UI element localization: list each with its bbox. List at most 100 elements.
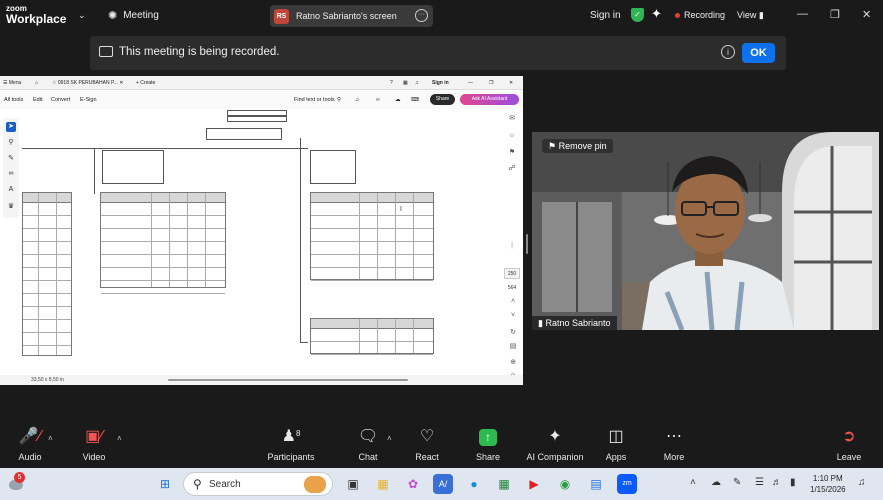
select-cursor-icon[interactable]: ➤: [6, 122, 16, 132]
connector-line: [300, 148, 308, 149]
pdf-sign-in[interactable]: Sign in: [432, 80, 449, 86]
ok-button[interactable]: OK: [742, 43, 775, 63]
copilot-icon[interactable]: ✿: [403, 474, 423, 494]
horizontal-scrollbar[interactable]: [168, 379, 408, 381]
shared-screen-indicator[interactable]: RS Ratno Sabrianto's screen ···: [270, 5, 433, 27]
zoom-taskbar-icon[interactable]: zm: [617, 474, 637, 494]
minimize-icon[interactable]: —: [797, 8, 808, 20]
chat-options-caret-icon[interactable]: ˄: [387, 434, 392, 443]
recording-indicator[interactable]: Recording: [675, 10, 725, 20]
video-options-caret-icon[interactable]: ˄: [117, 434, 122, 443]
speaker-icon[interactable]: ♬: [772, 477, 782, 488]
participants-button[interactable]: ♟8 Participants: [256, 426, 326, 462]
notification-bell-icon[interactable]: ♫: [858, 477, 866, 488]
chevron-down-icon[interactable]: ˅: [508, 312, 518, 322]
pdf-page[interactable]: I: [22, 110, 498, 374]
youtube-icon[interactable]: ▶: [524, 474, 544, 494]
lasso-icon[interactable]: ∞: [6, 170, 16, 180]
apps-grid-icon[interactable]: ▦: [403, 80, 408, 86]
wifi-icon[interactable]: ☰: [755, 477, 764, 488]
share-label: Share: [475, 452, 501, 462]
read-aloud-icon[interactable]: ♫: [355, 97, 359, 103]
keyboard-icon[interactable]: ⌨: [411, 97, 419, 103]
pdf-tab[interactable]: ☆ 0918 SK PERUBAHAN P... ✕: [52, 80, 123, 86]
meeting-controls: 🎤⁄ Audio ˄ ▣⁄ Video ˄ ♟8 Participants 🗨 …: [0, 426, 883, 468]
view-menu[interactable]: View ▮: [737, 10, 764, 21]
link-icon[interactable]: ∞: [376, 97, 380, 103]
shield-check-icon[interactable]: ✓: [631, 8, 644, 22]
taskbar-search[interactable]: ⚲ Search: [183, 472, 333, 496]
chevron-down-icon[interactable]: ⌄: [78, 10, 86, 21]
sign-in-link[interactable]: Sign in: [590, 10, 621, 21]
task-view-icon[interactable]: ▣: [343, 474, 363, 494]
refresh-icon[interactable]: ↻: [508, 328, 518, 338]
leave-button[interactable]: ➲ Leave: [814, 426, 883, 462]
zoom-in-icon[interactable]: ⊕: [508, 358, 518, 368]
remove-pin-button[interactable]: ⚑ Remove pin: [542, 139, 613, 153]
video-camera-icon: [99, 46, 113, 57]
pdf-share-button[interactable]: Share: [430, 94, 455, 105]
search-icon[interactable]: ⚲: [337, 97, 341, 103]
file-explorer-icon[interactable]: ▦: [373, 474, 393, 494]
chevron-up-icon[interactable]: ˄: [508, 298, 518, 308]
restore-icon[interactable]: ❐: [830, 8, 840, 21]
meeting-menu[interactable]: ✺ Meeting: [108, 9, 159, 22]
attach-icon[interactable]: ☍: [507, 164, 517, 174]
share-button[interactable]: ↑ Share: [453, 426, 523, 462]
ai-assistant-button[interactable]: Ask AI Assistant: [460, 94, 519, 105]
pdf-menu[interactable]: ☰ Menu: [3, 80, 21, 86]
pdf-restore-icon[interactable]: ❐: [489, 80, 493, 86]
edit-menu[interactable]: Edit: [33, 97, 42, 103]
pen-tray-icon[interactable]: ✎: [733, 477, 741, 488]
info-icon[interactable]: i: [721, 45, 735, 59]
pdf-minimize-icon[interactable]: —: [468, 80, 473, 86]
all-tools-menu[interactable]: All tools: [4, 97, 23, 103]
search-placeholder: Search: [209, 479, 241, 490]
convert-menu[interactable]: Convert: [51, 97, 70, 103]
stamp-icon[interactable]: ♛: [6, 202, 16, 212]
windows-start-icon[interactable]: ⊞: [155, 474, 175, 494]
page-number-current[interactable]: 250: [504, 268, 520, 279]
home-icon[interactable]: ⌂: [35, 80, 38, 86]
audio-options-caret-icon[interactable]: ˄: [48, 434, 53, 443]
react-button[interactable]: ♡ React: [392, 426, 462, 462]
org-box: [102, 150, 164, 184]
chrome-icon[interactable]: ◉: [555, 474, 575, 494]
close-icon[interactable]: ✕: [862, 8, 871, 21]
video-button[interactable]: ▣⁄ Video: [59, 426, 129, 462]
bookmark-icon[interactable]: ⚑: [507, 148, 517, 158]
notes-app-icon[interactable]: ▤: [586, 474, 606, 494]
split-drag-handle[interactable]: [526, 234, 528, 254]
comment-icon[interactable]: ✉: [507, 114, 517, 124]
participant-video[interactable]: ⚑ Remove pin ▮ Ratno Sabrianto: [532, 132, 879, 330]
ai-chat-icon[interactable]: ☼: [507, 132, 517, 142]
text-box-icon[interactable]: A: [6, 186, 16, 196]
video-label: Video: [82, 452, 106, 462]
ai-sparkle-icon[interactable]: ✦: [651, 6, 662, 22]
ai-companion-button[interactable]: ✦ AI Companion: [520, 426, 590, 462]
page-save-icon[interactable]: ▤: [508, 342, 518, 352]
edge-browser-icon[interactable]: ●: [464, 474, 484, 494]
excel-icon[interactable]: ▦: [494, 474, 514, 494]
scrollbar-handle[interactable]: |: [507, 242, 517, 252]
chevron-up-icon[interactable]: ˄: [690, 477, 696, 488]
help-icon[interactable]: ?: [390, 80, 393, 86]
new-tab-button[interactable]: + Create: [136, 80, 155, 86]
pen-icon[interactable]: ✎: [6, 154, 16, 164]
zoom-tool-icon[interactable]: ⚲: [6, 138, 16, 148]
cloud-upload-icon[interactable]: ☁: [395, 97, 401, 103]
connector-line: [300, 138, 301, 343]
more-options-icon[interactable]: ···: [415, 9, 428, 22]
esign-menu[interactable]: E-Sign: [80, 97, 97, 103]
pdf-close-icon[interactable]: ✕: [509, 80, 513, 86]
system-clock[interactable]: 1:10 PM 1/15/2026: [810, 473, 846, 495]
pen-app-icon[interactable]: A/: [433, 474, 453, 494]
bell-icon[interactable]: ♫: [415, 80, 419, 86]
windows-taskbar: 5 ⊞ ⚲ Search ▣ ▦ ✿ A/ ● ▦ ▶ ◉ ▤ zm ˄ ☁ ✎…: [0, 468, 883, 500]
cloud-sync-icon[interactable]: ☁: [711, 477, 721, 488]
battery-icon[interactable]: ▮: [790, 477, 796, 488]
find-input[interactable]: Find text or tools: [294, 97, 335, 103]
audio-button[interactable]: 🎤⁄ Audio: [0, 426, 65, 462]
more-button[interactable]: ⋯ More: [639, 426, 709, 462]
weather-widget[interactable]: 5: [6, 472, 26, 494]
